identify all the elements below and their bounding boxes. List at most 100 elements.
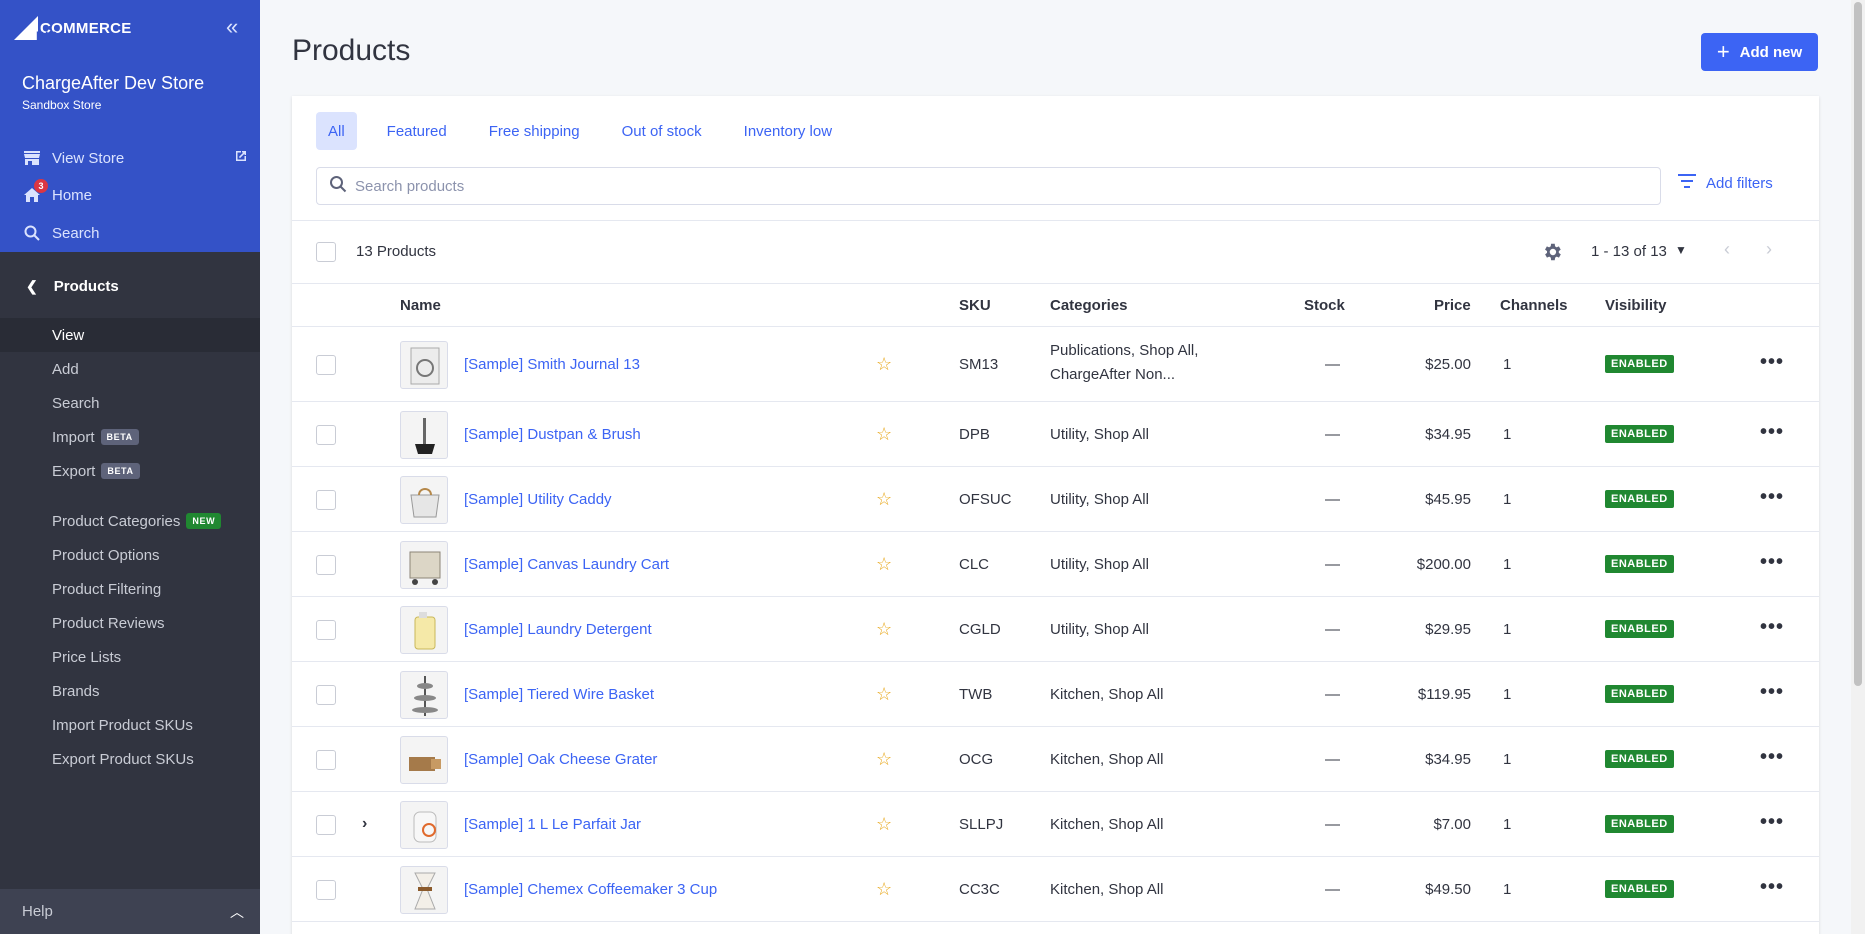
more-actions-icon[interactable]: ••• [1760,486,1784,509]
product-sku: CLC [959,555,990,573]
more-actions-icon[interactable]: ••• [1760,746,1784,769]
gear-icon[interactable] [1541,241,1563,268]
sidebar-item-view[interactable]: View [0,318,260,352]
row-checkbox[interactable] [316,489,336,510]
star-icon[interactable]: ☆ [876,354,892,375]
star-icon[interactable]: ☆ [876,879,892,900]
sidebar-item-add[interactable]: Add [0,352,260,386]
product-name-link[interactable]: [Sample] 1 L Le Parfait Jar [464,816,641,833]
product-name-link[interactable]: [Sample] Canvas Laundry Cart [464,556,669,573]
sidebar-link-search[interactable]: Search [22,221,248,245]
chevron-left-icon[interactable]: ‹ [1724,239,1730,260]
sidebar-item-label: Export Product SKUs [52,750,194,768]
more-actions-icon[interactable]: ••• [1760,421,1784,444]
sidebar-item-import-product-skus[interactable]: Import Product SKUs [0,708,260,742]
column-name[interactable]: Name [400,297,441,314]
scrollbar-thumb[interactable] [1854,2,1862,686]
product-sku: CGLD [959,620,1001,638]
sidebar-link-label: Search [52,224,100,242]
product-name-link[interactable]: [Sample] Oak Cheese Grater [464,751,657,768]
star-icon[interactable]: ☆ [876,424,892,445]
product-stock: — [1325,750,1340,768]
product-sku: OCG [959,750,994,768]
sidebar-section-label: Products [53,277,119,295]
sidebar-item-product-categories[interactable]: Product Categories NEW [0,504,260,538]
tab-featured[interactable]: Featured [375,112,459,150]
more-actions-icon[interactable]: ••• [1760,616,1784,639]
column-stock[interactable]: Stock [1304,297,1345,314]
sidebar-item-label: Product Options [52,546,160,564]
sidebar-item-brands[interactable]: Brands [0,674,260,708]
more-actions-icon[interactable]: ••• [1760,811,1784,834]
search-input[interactable] [355,177,1660,195]
product-name-link[interactable]: [Sample] Smith Journal 13 [464,356,640,373]
sidebar-item-product-reviews[interactable]: Product Reviews [0,606,260,640]
add-filters-button[interactable]: Add filters [1678,174,1773,192]
chevron-right-icon[interactable]: › [1766,239,1772,260]
tab-out-of-stock[interactable]: Out of stock [610,112,714,150]
sidebar-item-product-options[interactable]: Product Options [0,538,260,572]
product-name-link[interactable]: [Sample] Tiered Wire Basket [464,686,654,703]
column-categories[interactable]: Categories [1050,297,1128,314]
sidebar-item-export[interactable]: Export BETA [0,454,260,488]
column-channels[interactable]: Channels [1500,297,1568,314]
more-actions-icon[interactable]: ••• [1760,681,1784,704]
product-price: $49.50 [1425,880,1471,898]
sidebar-section-products[interactable]: ❮ Products [0,271,260,301]
column-price[interactable]: Price [1434,297,1471,314]
row-checkbox[interactable] [316,684,336,705]
select-all-checkbox[interactable] [316,242,336,262]
sidebar-item-price-lists[interactable]: Price Lists [0,640,260,674]
product-channels: 1 [1503,425,1512,443]
tab-inventory-low[interactable]: Inventory low [732,112,844,150]
product-channels: 1 [1503,880,1512,898]
product-price: $25.00 [1425,355,1471,373]
column-visibility[interactable]: Visibility [1605,297,1666,314]
star-icon[interactable]: ☆ [876,489,892,510]
column-sku[interactable]: SKU [959,297,991,314]
star-icon[interactable]: ☆ [876,684,892,705]
star-icon[interactable]: ☆ [876,749,892,770]
sidebar-link-view-store[interactable]: View Store [22,146,248,170]
sidebar-item-label: Export [52,462,96,480]
row-checkbox[interactable] [316,354,336,375]
product-name-link[interactable]: [Sample] Chemex Coffeemaker 3 Cup [464,881,717,898]
chevron-right-icon[interactable]: › [362,815,367,833]
more-actions-icon[interactable]: ••• [1760,351,1784,374]
sidebar-item-export-product-skus[interactable]: Export Product SKUs [0,742,260,776]
star-icon[interactable]: ☆ [876,554,892,575]
star-icon[interactable]: ☆ [876,619,892,640]
row-checkbox[interactable] [316,879,336,900]
product-price: $34.95 [1425,425,1471,443]
product-categories: Kitchen, Shop All [1050,750,1164,768]
more-actions-icon[interactable]: ••• [1760,551,1784,574]
add-new-button[interactable]: + Add new [1701,33,1818,71]
notification-badge: 3 [34,179,48,193]
tab-free-shipping[interactable]: Free shipping [477,112,592,150]
row-checkbox[interactable] [316,749,336,770]
page-scrollbar[interactable] [1851,0,1865,934]
sidebar-help[interactable]: Help ︿ [0,889,260,934]
sidebar-item-product-filtering[interactable]: Product Filtering [0,572,260,606]
row-checkbox[interactable] [316,424,336,445]
storefront-icon [22,148,42,168]
status-badge: ENABLED [1605,684,1674,703]
star-icon[interactable]: ☆ [876,814,892,835]
more-actions-icon[interactable]: ••• [1760,876,1784,899]
bigcommerce-logo[interactable]: BIG COMMERCE [14,16,132,43]
product-name-link[interactable]: [Sample] Laundry Detergent [464,621,652,638]
product-name-link[interactable]: [Sample] Dustpan & Brush [464,426,641,443]
tab-all[interactable]: All [316,112,357,150]
caret-down-icon[interactable]: ▼ [1675,243,1687,257]
row-checkbox[interactable] [316,814,336,835]
sidebar-item-import[interactable]: Import BETA [0,420,260,454]
sidebar-item-search[interactable]: Search [0,386,260,420]
product-name-link[interactable]: [Sample] Utility Caddy [464,491,612,508]
product-stock: — [1325,880,1340,898]
row-checkbox[interactable] [316,619,336,640]
row-checkbox[interactable] [316,554,336,575]
product-price: $7.00 [1433,815,1471,833]
collapse-sidebar-icon[interactable]: « [226,16,246,38]
beta-badge: BETA [101,463,140,479]
sidebar-link-home[interactable]: 3 Home [22,179,248,207]
